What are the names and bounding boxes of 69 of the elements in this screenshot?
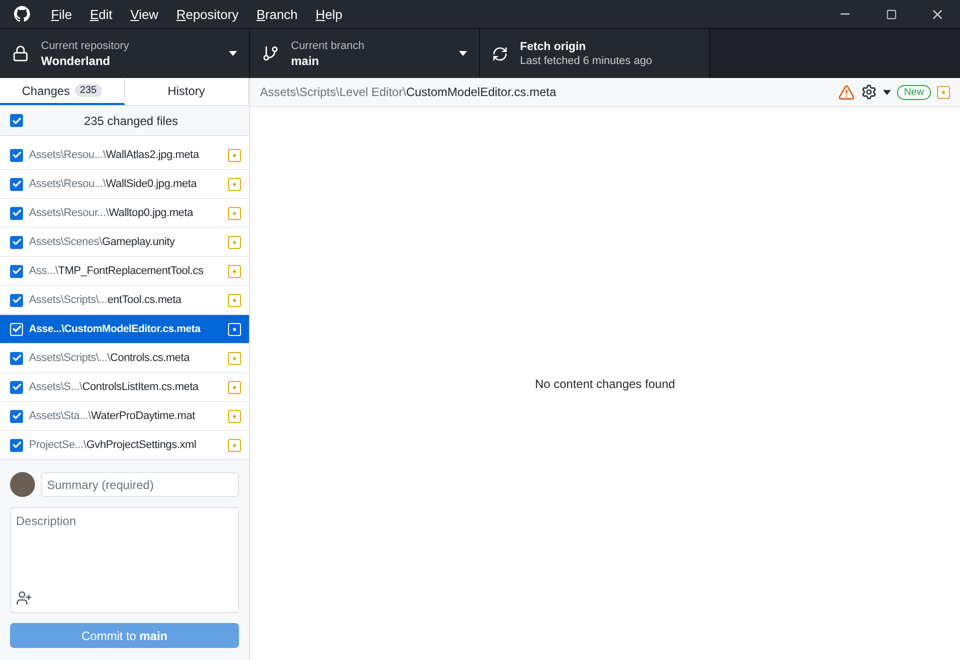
add-coauthor-icon[interactable] — [16, 590, 32, 606]
modified-icon — [228, 294, 241, 306]
summary-field[interactable]: Summary (required) — [41, 472, 239, 497]
modified-icon — [228, 380, 241, 394]
modified-icon — [228, 322, 241, 336]
maximize-icon[interactable] — [886, 8, 896, 20]
file-list-item[interactable]: Asse...\CustomModelEditor.cs.meta — [0, 315, 249, 344]
description-field[interactable]: Description — [10, 507, 239, 614]
file-checkbox[interactable] — [10, 264, 23, 278]
file-path: Assets\Resou...\WallAtlas2.jpg.meta — [29, 149, 200, 161]
warning-icon — [838, 84, 855, 100]
menu-item[interactable]: View — [121, 6, 168, 22]
caret-icon — [459, 51, 467, 56]
modified-icon — [228, 410, 241, 422]
file-checkbox[interactable] — [10, 148, 23, 162]
modified-icon — [228, 438, 241, 452]
file-path: Ass...\TMP_FontReplacementTool.cs — [29, 265, 204, 277]
modified-icon — [228, 206, 241, 220]
file-checkbox[interactable] — [10, 294, 23, 306]
caret-icon — [229, 51, 237, 56]
file-path: Asse...\CustomModelEditor.cs.meta — [29, 323, 202, 335]
changed-files-count: 235 changed files — [82, 114, 180, 128]
modified-icon — [228, 236, 241, 248]
modified-icon — [937, 86, 950, 98]
tab-label: Changes — [22, 84, 70, 98]
tab-label: History — [168, 84, 205, 98]
empty-diff-message: No content changes found — [534, 376, 676, 390]
file-path: ProjectSe...\GvhProjectSettings.xml — [29, 439, 198, 451]
file-path: Assets\Scripts\Level Editor\CustomModelEditor.cs.meta — [260, 85, 558, 99]
github-logo-icon — [14, 6, 30, 22]
sidebar-tab[interactable]: History — [124, 78, 249, 105]
file-path: Assets\Scripts\...\Controls.cs.meta — [29, 352, 191, 364]
file-checkbox[interactable] — [10, 206, 23, 220]
file-path: Assets\S...\ControlsListItem.cs.meta — [29, 381, 200, 393]
avatar — [10, 472, 35, 497]
file-checkbox[interactable] — [10, 178, 23, 190]
toolbar-title: Fetch origin — [520, 40, 587, 52]
menu-item[interactable]: Branch — [247, 6, 307, 22]
toolbar-label: Current repository — [41, 40, 130, 52]
select-all-checkbox[interactable] — [10, 114, 23, 127]
menu-item[interactable]: Repository — [167, 6, 248, 22]
file-checkbox[interactable] — [10, 438, 23, 452]
sync-icon — [492, 46, 508, 62]
modified-icon — [228, 352, 241, 364]
toolbar-label: Current branch — [291, 40, 366, 52]
file-path: Assets\Sta...\WaterProDaytime.mat — [29, 410, 196, 422]
file-checkbox[interactable] — [10, 380, 23, 394]
file-checkbox[interactable] — [10, 410, 23, 422]
toolbar-value: Wonderland — [41, 54, 112, 68]
lock-icon — [12, 45, 29, 62]
menu-item[interactable]: Edit — [80, 6, 122, 22]
toolbar-value: main — [291, 54, 320, 68]
branch-icon — [262, 45, 279, 62]
count-badge: 235 — [74, 84, 102, 97]
modified-icon — [228, 148, 241, 162]
file-checkbox[interactable] — [10, 236, 23, 248]
new-badge: New — [896, 84, 931, 100]
modified-icon — [228, 178, 241, 190]
file-path: Assets\Scripts\...entTool.cs.meta — [29, 294, 182, 306]
toolbar-subtitle: Last fetched 6 minutes ago — [520, 54, 654, 66]
file-checkbox[interactable] — [10, 352, 23, 364]
file-path: Assets\Resour...\Walltop0.jpg.meta — [29, 207, 194, 219]
file-path: Assets\Resou...\WallSide0.jpg.meta — [29, 178, 198, 190]
menu-item[interactable]: File — [42, 6, 81, 22]
caret-icon[interactable] — [882, 90, 891, 94]
settings-icon[interactable] — [860, 84, 877, 100]
modified-icon — [228, 264, 241, 278]
file-path: Assets\Scenes\Gameplay.unity — [29, 236, 176, 248]
menu-item[interactable]: Help — [306, 6, 352, 22]
